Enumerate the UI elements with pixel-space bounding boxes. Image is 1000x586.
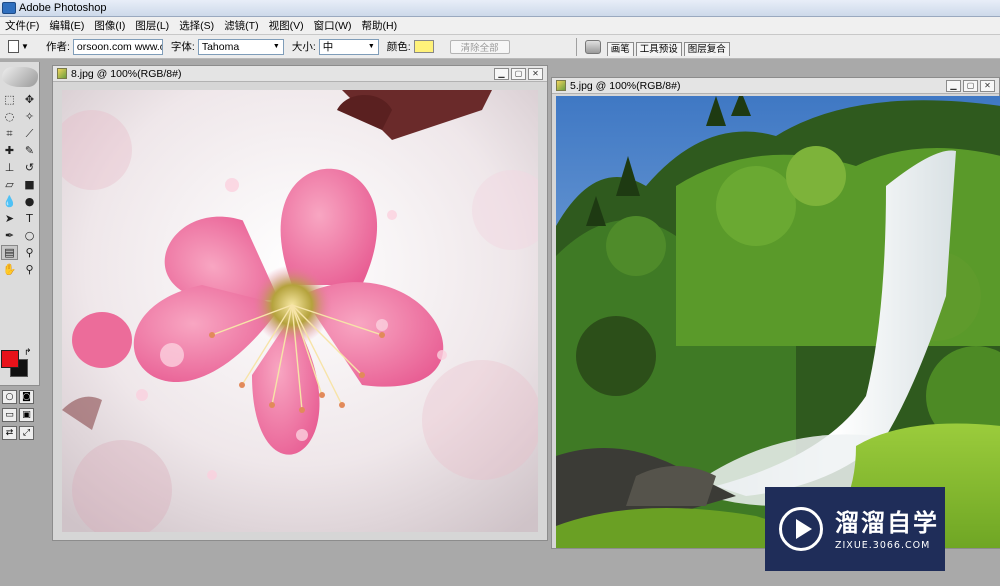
close-button[interactable]: ✕ bbox=[528, 67, 543, 80]
feather-logo-icon[interactable] bbox=[2, 67, 38, 87]
tool-preset-picker[interactable]: ▼ bbox=[4, 38, 38, 56]
screen-mode-standard-icon[interactable]: ▭ bbox=[2, 408, 17, 422]
zoom-tool-icon[interactable]: ⚲ bbox=[21, 262, 38, 277]
foreground-color-swatch[interactable] bbox=[1, 350, 19, 368]
swap-colors-icon[interactable]: ↱ bbox=[24, 348, 32, 358]
size-select-value: 中 bbox=[322, 40, 334, 53]
document-window-flower: 8.jpg @ 100%(RGB/8#) ▁ ▢ ✕ bbox=[52, 65, 548, 541]
author-label: 作者: bbox=[46, 41, 70, 53]
font-select-value: Tahoma bbox=[201, 40, 240, 53]
menu-help[interactable]: 帮助(H) bbox=[357, 18, 403, 33]
quick-mask-mode-icon[interactable]: ◙ bbox=[19, 390, 34, 404]
type-tool-icon[interactable]: T bbox=[21, 211, 38, 226]
maximize-button[interactable]: ▢ bbox=[511, 67, 526, 80]
magic-wand-tool-icon[interactable]: ✧ bbox=[21, 109, 38, 124]
play-logo-icon bbox=[779, 507, 823, 551]
document-titlebar[interactable]: 8.jpg @ 100%(RGB/8#) ▁ ▢ ✕ bbox=[53, 66, 547, 82]
minimize-button[interactable]: ▁ bbox=[946, 79, 961, 92]
menu-layer[interactable]: 图层(L) bbox=[130, 18, 174, 33]
healing-brush-tool-icon[interactable]: ✚ bbox=[1, 143, 18, 158]
menu-image[interactable]: 图像(I) bbox=[89, 18, 130, 33]
menu-edit[interactable]: 编辑(E) bbox=[44, 18, 89, 33]
shape-tool-icon[interactable]: ○ bbox=[21, 228, 38, 243]
gradient-tool-icon[interactable]: ■ bbox=[21, 177, 38, 192]
watermark-brand: 溜溜自学 bbox=[835, 508, 939, 537]
palette-well-icon[interactable] bbox=[584, 39, 601, 54]
tool-grid: ⬚ ✥ ◌ ✧ ⌗ ⟋ ✚ ✎ ⊥ ↺ ▱ ■ 💧 ● ➤ T ✒ ○ ▤ ⚲ … bbox=[1, 92, 39, 278]
chevron-down-icon: ▼ bbox=[21, 42, 29, 51]
image-file-icon bbox=[556, 80, 566, 91]
waterfall-image bbox=[556, 96, 1000, 548]
font-select[interactable]: Tahoma ▼ bbox=[197, 38, 284, 55]
toolbox-modes: ○ ◙ ▭ ▣ ⇄ ⤢ bbox=[0, 390, 40, 444]
chevron-down-icon: ▼ bbox=[367, 42, 375, 50]
document-title: 8.jpg @ 100%(RGB/8#) bbox=[71, 67, 182, 80]
photoshop-icon bbox=[2, 2, 16, 14]
watermark-url: ZIXUE.3066.COM bbox=[835, 539, 931, 551]
menu-filter[interactable]: 滤镜(T) bbox=[219, 18, 263, 33]
size-select[interactable]: 中 ▼ bbox=[318, 38, 379, 55]
eraser-tool-icon[interactable]: ▱ bbox=[1, 177, 18, 192]
menu-select[interactable]: 选择(S) bbox=[174, 18, 219, 33]
path-selection-tool-icon[interactable]: ➤ bbox=[1, 211, 18, 226]
note-color-swatch[interactable] bbox=[413, 40, 434, 53]
pen-tool-icon[interactable]: ✒ bbox=[1, 228, 18, 243]
document-titlebar[interactable]: 5.jpg @ 100%(RGB/8#) ▁ ▢ ✕ bbox=[552, 78, 999, 94]
tab-brushes[interactable]: 画笔 bbox=[606, 42, 634, 56]
image-canvas-waterfall[interactable] bbox=[556, 96, 1000, 548]
image-file-icon bbox=[57, 68, 67, 79]
clone-stamp-tool-icon[interactable]: ⊥ bbox=[1, 160, 18, 175]
dodge-tool-icon[interactable]: ● bbox=[21, 194, 38, 209]
watermark-badge: 溜溜自学 ZIXUE.3066.COM bbox=[765, 487, 945, 571]
menu-window[interactable]: 窗口(W) bbox=[309, 18, 357, 33]
app-title: Adobe Photoshop bbox=[19, 2, 107, 14]
document-window-waterfall: 5.jpg @ 100%(RGB/8#) ▁ ▢ ✕ bbox=[551, 77, 1000, 549]
notes-tool-icon[interactable]: ▤ bbox=[1, 245, 18, 260]
tab-tool-presets[interactable]: 工具预设 bbox=[635, 42, 682, 56]
standard-mode-icon[interactable]: ○ bbox=[2, 390, 17, 404]
crop-tool-icon[interactable]: ⌗ bbox=[1, 126, 18, 141]
move-tool-icon[interactable]: ✥ bbox=[21, 92, 38, 107]
tab-layer-comps[interactable]: 图层复合 bbox=[683, 42, 730, 56]
lasso-tool-icon[interactable]: ◌ bbox=[1, 109, 18, 124]
history-brush-tool-icon[interactable]: ↺ bbox=[21, 160, 38, 175]
jump-to-imageready-icon[interactable]: ⇄ bbox=[2, 426, 17, 440]
font-label: 字体: bbox=[170, 41, 195, 53]
marquee-tool-icon[interactable]: ⬚ bbox=[1, 92, 18, 107]
chevron-down-icon: ▼ bbox=[272, 42, 280, 50]
size-label: 大小: bbox=[291, 41, 316, 53]
menu-view[interactable]: 视图(V) bbox=[264, 18, 309, 33]
color-label: 颜色: bbox=[386, 41, 411, 53]
close-button[interactable]: ✕ bbox=[980, 79, 995, 92]
app-titlebar: Adobe Photoshop bbox=[0, 0, 1000, 17]
screen-mode-fullscreen-icon[interactable]: ⤢ bbox=[19, 426, 34, 440]
blur-tool-icon[interactable]: 💧 bbox=[1, 194, 18, 209]
pink-flower-image bbox=[62, 90, 538, 532]
slice-tool-icon[interactable]: ⟋ bbox=[21, 126, 38, 141]
hand-tool-icon[interactable]: ✋ bbox=[1, 262, 18, 277]
image-canvas-flower[interactable] bbox=[62, 90, 538, 532]
eyedropper-tool-icon[interactable]: ⚲ bbox=[21, 245, 38, 260]
menu-file[interactable]: 文件(F) bbox=[0, 18, 44, 33]
minimize-button[interactable]: ▁ bbox=[494, 67, 509, 80]
brush-tool-icon[interactable]: ✎ bbox=[21, 143, 38, 158]
options-bar: ▼ 作者: orsoon.com www.ors 字体: Tahoma ▼ 大小… bbox=[0, 35, 1000, 59]
divider bbox=[575, 37, 577, 56]
maximize-button[interactable]: ▢ bbox=[963, 79, 978, 92]
author-input[interactable]: orsoon.com www.ors bbox=[72, 38, 163, 55]
menu-bar: 文件(F) 编辑(E) 图像(I) 图层(L) 选择(S) 滤镜(T) 视图(V… bbox=[0, 17, 1000, 35]
document-title: 5.jpg @ 100%(RGB/8#) bbox=[570, 79, 681, 92]
notes-tool-icon bbox=[8, 40, 19, 53]
screen-mode-full-icon[interactable]: ▣ bbox=[19, 408, 34, 422]
clear-all-button[interactable]: 清除全部 bbox=[449, 39, 510, 54]
toolbox: ⬚ ✥ ◌ ✧ ⌗ ⟋ ✚ ✎ ⊥ ↺ ▱ ■ 💧 ● ➤ T ✒ ○ ▤ ⚲ … bbox=[0, 62, 40, 440]
